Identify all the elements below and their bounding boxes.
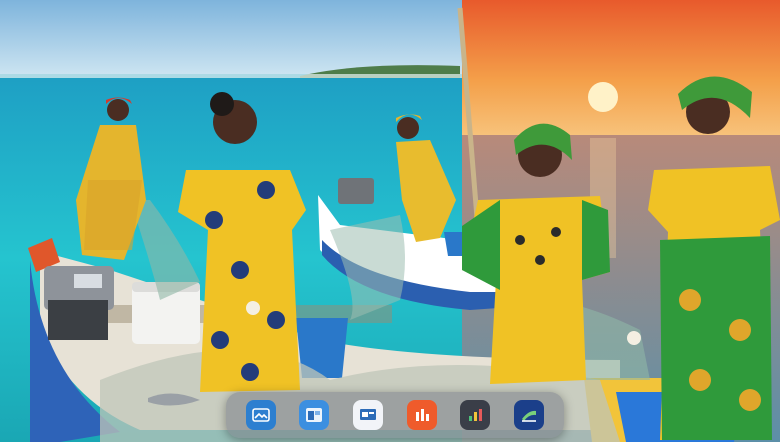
net-float [246, 301, 260, 315]
app-dock [226, 392, 564, 438]
dock-app-finance[interactable] [514, 400, 545, 430]
bar-chart-icon [415, 409, 429, 421]
dock-app-stats[interactable] [460, 400, 491, 430]
presentation-icon [360, 409, 377, 420]
sunset-sky [462, 0, 780, 135]
finance-icon [522, 410, 537, 422]
dock-app-window-manager[interactable] [299, 400, 330, 430]
stats-icon [469, 409, 483, 421]
desktop-wallpaper [0, 0, 780, 442]
horizon-foam [0, 74, 470, 78]
photo-editor-icon [252, 408, 270, 422]
dock-app-presentation[interactable] [353, 400, 384, 430]
desktop-screen [0, 0, 780, 442]
dock-app-bar-chart[interactable] [406, 400, 437, 430]
sun [588, 82, 618, 112]
window-manager-icon [306, 408, 323, 422]
dock-app-photo-editor[interactable] [245, 400, 276, 430]
outboard-motor-back [338, 178, 374, 204]
